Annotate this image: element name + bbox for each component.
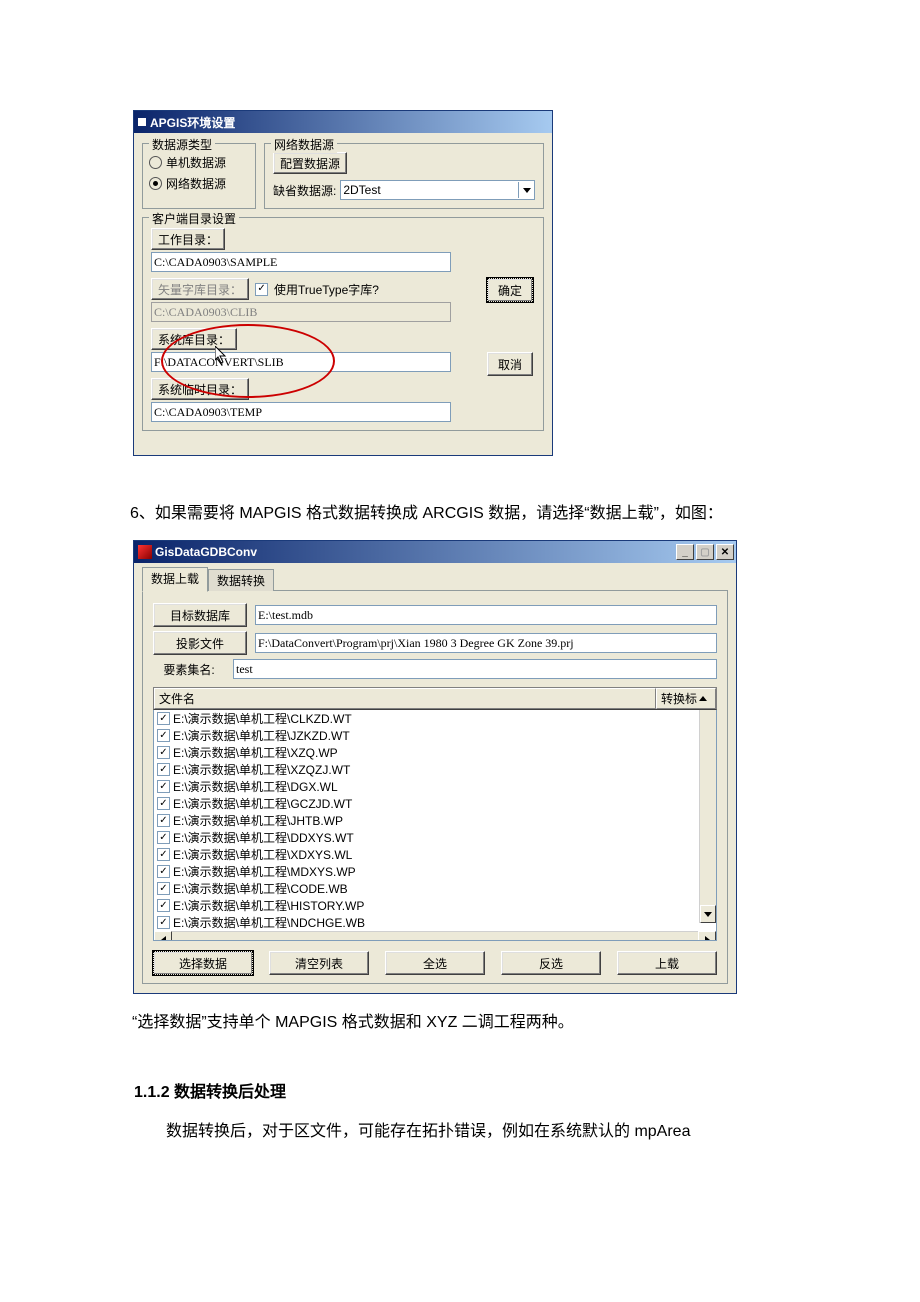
sort-asc-icon (699, 696, 707, 701)
vecfont-input: C:\CADA0903\CLIB (151, 302, 451, 322)
titlebar[interactable]: GisDataGDBConv _ ▢ ✕ (134, 541, 736, 563)
workdir-input[interactable]: C:\CADA0903\SAMPLE (151, 252, 451, 272)
list-header: 文件名 转换标 (153, 687, 717, 710)
section-heading: 1.1.2 数据转换后处理 (134, 1078, 920, 1102)
item-checkbox[interactable] (157, 882, 170, 895)
chevron-down-icon[interactable] (518, 182, 534, 198)
vecfont-button: 矢量字库目录： (151, 278, 249, 300)
default-ds-dropdown[interactable]: 2DTest (340, 180, 535, 200)
h-scrollbar[interactable] (154, 931, 716, 941)
truetype-checkbox[interactable] (255, 283, 268, 296)
item-checkbox[interactable] (157, 746, 170, 759)
cancel-button[interactable]: 取消 (487, 352, 533, 376)
invert-button[interactable]: 反选 (501, 951, 601, 975)
featureclass-label: 要素集名: (153, 661, 225, 678)
group-legend: 网络数据源 (271, 136, 337, 153)
gisdata-gdbconv-window: GisDataGDBConv _ ▢ ✕ 数据上载 数据转换 目标数据库 E:\… (133, 540, 737, 994)
app-icon (138, 118, 146, 126)
list-item: E:\演示数据\单机工程\GCZJD.WT (154, 795, 716, 812)
workdir-button[interactable]: 工作目录： (151, 228, 225, 250)
list-item: E:\演示数据\单机工程\MDXYS.WP (154, 863, 716, 880)
group-legend: 数据源类型 (149, 136, 215, 153)
list-item: E:\演示数据\单机工程\XZQ.WP (154, 744, 716, 761)
target-db-input[interactable]: E:\test.mdb (255, 605, 717, 625)
scroll-down-button[interactable] (700, 905, 716, 923)
list-item: E:\演示数据\单机工程\DGX.WL (154, 778, 716, 795)
list-item: E:\演示数据\单机工程\DDXYS.WT (154, 829, 716, 846)
clear-list-button[interactable]: 清空列表 (269, 951, 369, 975)
item-checkbox[interactable] (157, 712, 170, 725)
file-list[interactable]: E:\演示数据\单机工程\CLKZD.WT E:\演示数据\单机工程\JZKZD… (153, 710, 717, 941)
proj-file-button[interactable]: 投影文件 (153, 631, 247, 655)
maximize-button: ▢ (696, 544, 714, 560)
truetype-label: 使用TrueType字库? (274, 281, 379, 298)
ok-button[interactable]: 确定 (487, 278, 533, 302)
tab-convert[interactable]: 数据转换 (208, 569, 274, 591)
item-checkbox[interactable] (157, 916, 170, 929)
radio-network[interactable]: 网络数据源 (149, 175, 249, 192)
note-text: “选择数据”支持单个 MAPGIS 格式数据和 XYZ 二调工程两种。 (132, 1008, 920, 1032)
minimize-button[interactable]: _ (676, 544, 694, 560)
syslib-input[interactable]: F:\DATACONVERT\SLIB (151, 352, 451, 372)
select-all-button[interactable]: 全选 (385, 951, 485, 975)
item-checkbox[interactable] (157, 797, 170, 810)
list-item: E:\演示数据\单机工程\NDCHGE.WB (154, 914, 716, 931)
config-ds-button[interactable]: 配置数据源 (273, 152, 347, 174)
list-item: E:\演示数据\单机工程\CODE.WB (154, 880, 716, 897)
close-button[interactable]: ✕ (716, 544, 734, 560)
scroll-right-button[interactable] (698, 931, 716, 941)
featureclass-input[interactable]: test (233, 659, 717, 679)
network-ds-group: 网络数据源 配置数据源 缺省数据源: 2DTest (264, 143, 544, 209)
mapgis-env-dialog: APGIS环境设置 数据源类型 单机数据源 网络数据源 网络数据源 配置数据源 … (133, 110, 553, 456)
radio-single[interactable]: 单机数据源 (149, 154, 249, 171)
v-scrollbar[interactable] (699, 710, 716, 923)
col-flag[interactable]: 转换标 (656, 688, 716, 709)
scroll-left-button[interactable] (154, 931, 172, 941)
item-checkbox[interactable] (157, 814, 170, 827)
list-item: E:\演示数据\单机工程\XZQZJ.WT (154, 761, 716, 778)
item-checkbox[interactable] (157, 729, 170, 742)
list-item: E:\演示数据\单机工程\HISTORY.WP (154, 897, 716, 914)
titlebar[interactable]: APGIS环境设置 (134, 111, 552, 133)
item-checkbox[interactable] (157, 763, 170, 776)
section-body: 数据转换后，对于区文件，可能存在拓扑错误，例如在系统默认的 mpArea (134, 1116, 920, 1148)
select-data-button[interactable]: 选择数据 (153, 951, 253, 975)
item-checkbox[interactable] (157, 865, 170, 878)
default-ds-label: 缺省数据源: (273, 182, 336, 199)
tab-upload[interactable]: 数据上载 (142, 567, 208, 592)
item-checkbox[interactable] (157, 848, 170, 861)
datasource-type-group: 数据源类型 单机数据源 网络数据源 (142, 143, 256, 209)
step-6-text: 6、如果需要将 MAPGIS 格式数据转换成 ARCGIS 数据，请选择“数据上… (130, 498, 800, 530)
proj-file-input[interactable]: F:\DataConvert\Program\prj\Xian 1980 3 D… (255, 633, 717, 653)
item-checkbox[interactable] (157, 780, 170, 793)
list-item: E:\演示数据\单机工程\JHTB.WP (154, 812, 716, 829)
client-dir-group: 客户端目录设置 工作目录： C:\CADA0903\SAMPLE 矢量字库目录：… (142, 217, 544, 431)
syslib-button[interactable]: 系统库目录： (151, 328, 237, 350)
target-db-button[interactable]: 目标数据库 (153, 603, 247, 627)
list-item: E:\演示数据\单机工程\CLKZD.WT (154, 710, 716, 727)
item-checkbox[interactable] (157, 831, 170, 844)
upload-pane: 目标数据库 E:\test.mdb 投影文件 F:\DataConvert\Pr… (142, 590, 728, 984)
title-text: APGIS环境设置 (150, 114, 235, 131)
title-text: GisDataGDBConv (155, 545, 257, 559)
list-item: E:\演示数据\单机工程\XDXYS.WL (154, 846, 716, 863)
systmp-input[interactable]: C:\CADA0903\TEMP (151, 402, 451, 422)
upload-button[interactable]: 上载 (617, 951, 717, 975)
systmp-button[interactable]: 系统临时目录： (151, 378, 249, 400)
col-filename[interactable]: 文件名 (154, 688, 656, 709)
group-legend: 客户端目录设置 (149, 210, 239, 227)
list-item: E:\演示数据\单机工程\JZKZD.WT (154, 727, 716, 744)
item-checkbox[interactable] (157, 899, 170, 912)
app-icon (138, 545, 152, 559)
